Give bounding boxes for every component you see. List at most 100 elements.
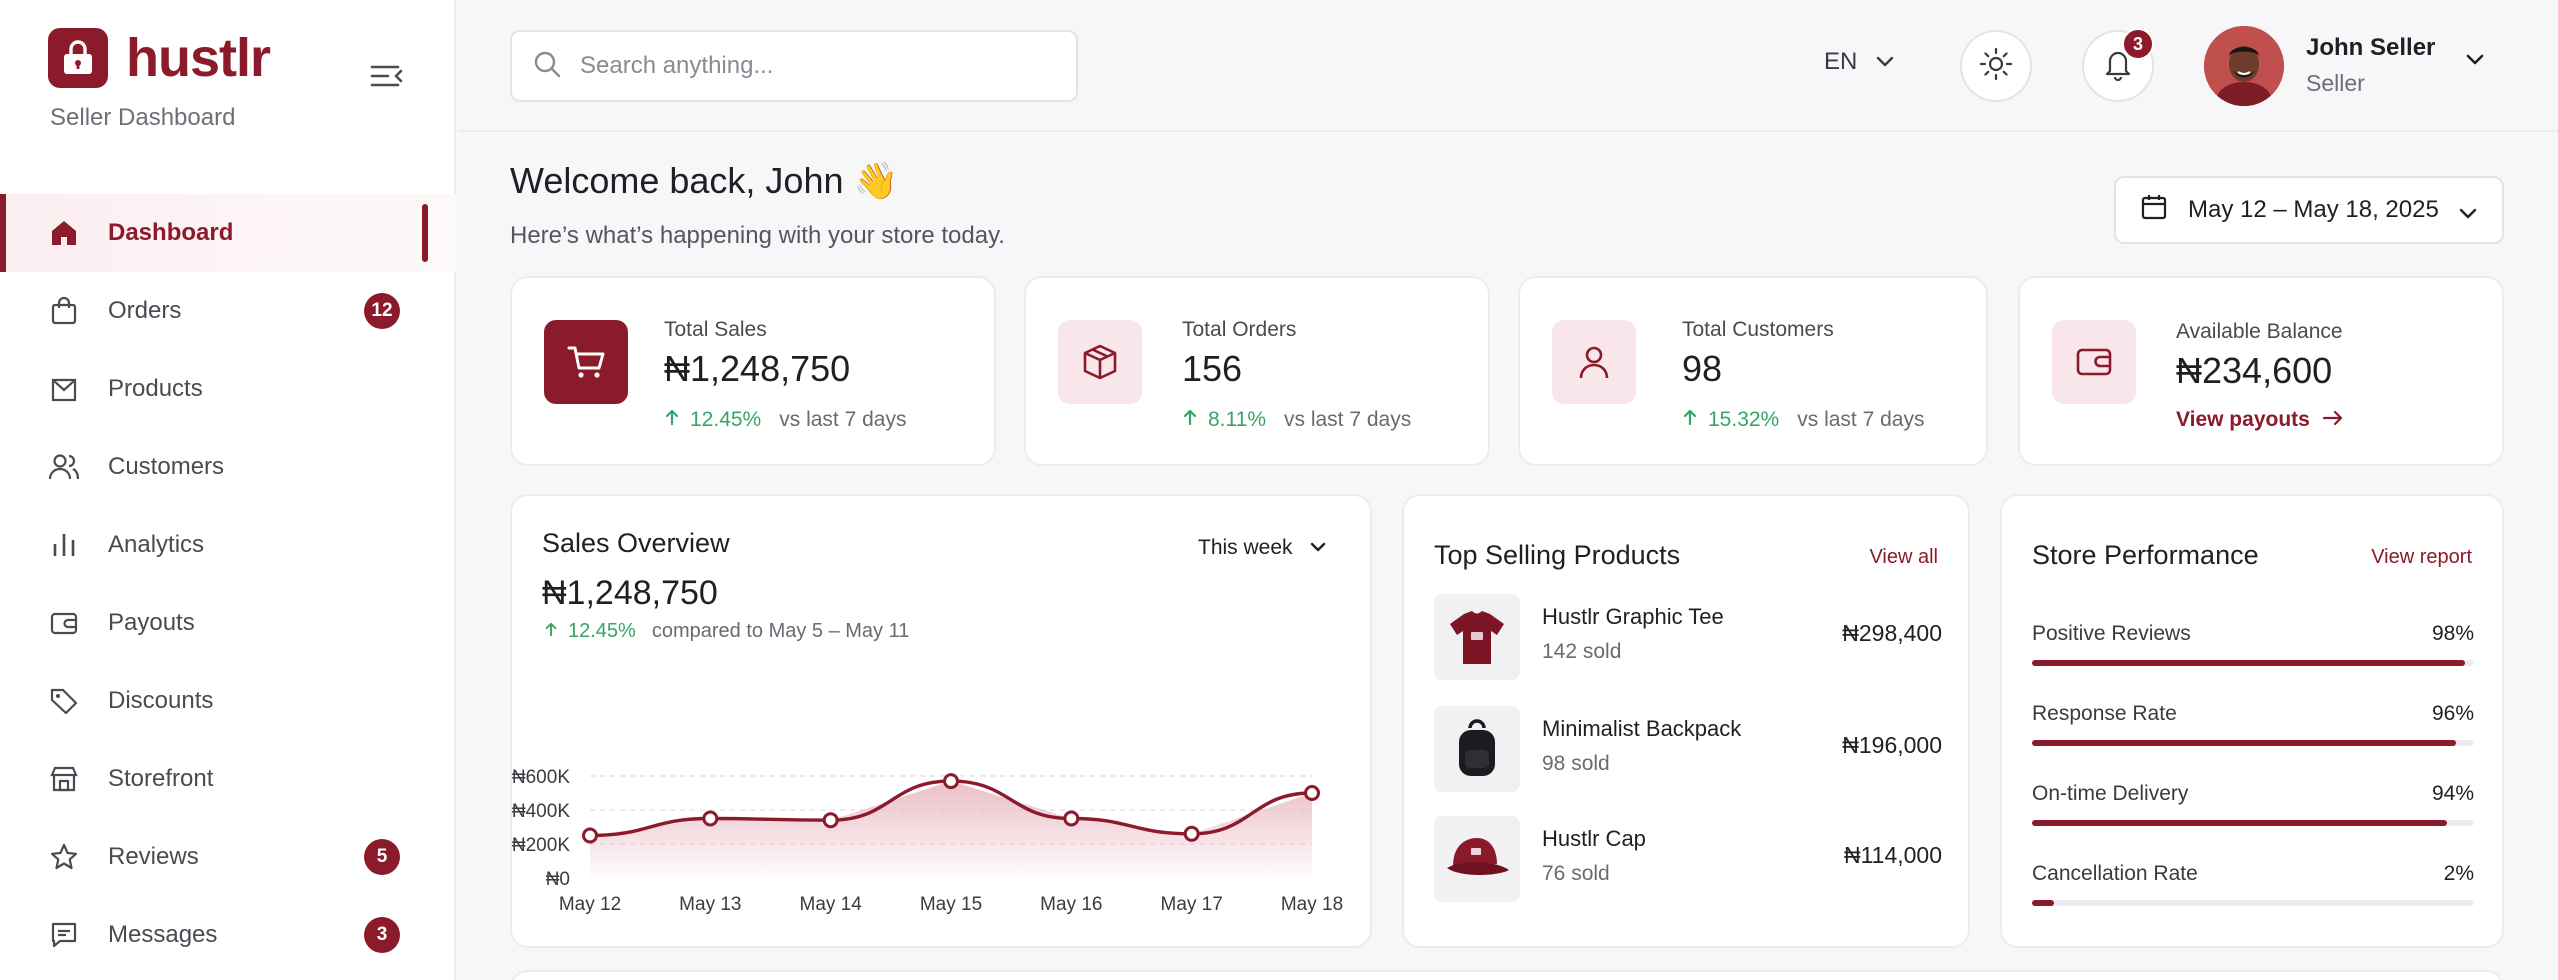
search-icon [532, 49, 562, 84]
date-range-label: May 12 – May 18, 2025 [2188, 196, 2439, 223]
product-thumbnail-backpack [1434, 706, 1520, 792]
page-title: Welcome back, John 👋 [510, 160, 899, 201]
stat-change: 15.32% vs last 7 days [1682, 408, 1924, 432]
stat-change-period: vs last 7 days [1797, 408, 1925, 431]
bar-chart-icon [48, 529, 80, 561]
notification-count-badge: 3 [2122, 28, 2154, 60]
sidebar-item-label: Dashboard [108, 219, 234, 246]
x-tick-label: May 14 [800, 894, 863, 915]
metric-value: 96% [2431, 702, 2474, 725]
home-icon [48, 217, 80, 249]
data-point [702, 810, 719, 827]
stat-change-percent: 15.32% [1708, 408, 1780, 431]
sidebar-item-label: Storefront [108, 765, 214, 792]
sidebar-item-label: Customers [108, 453, 225, 480]
brand-subtitle: Seller Dashboard [50, 104, 236, 131]
metric-value: 94% [2431, 782, 2474, 805]
page-subtitle: Here’s what’s happening with your store … [510, 222, 1005, 249]
reviews-count-badge: 5 [364, 839, 400, 875]
x-tick-label: May 13 [679, 894, 741, 915]
metric-label: Response Rate [2032, 702, 2177, 725]
sidebar-item-label: Messages [108, 921, 218, 948]
x-tick-label: May 12 [559, 894, 621, 915]
data-point [822, 812, 839, 829]
total-sales-card: Total Sales ₦1,248,750 12.45% vs last 7 … [510, 276, 996, 466]
arrow-up-icon [1682, 408, 1698, 432]
top-selling-card: Top Selling Products View all Hustlr Gra… [1402, 494, 1970, 948]
data-point [1304, 785, 1320, 801]
total-customers-card: Total Customers 98 15.32% vs last 7 days [1518, 276, 1988, 466]
search-input[interactable] [580, 52, 1060, 80]
metric-label: Positive Reviews [2032, 622, 2191, 645]
sidebar-item-storefront[interactable]: Storefront [0, 740, 456, 818]
stat-change: 12.45% vs last 7 days [664, 408, 906, 432]
collapse-sidebar-icon[interactable] [368, 60, 404, 92]
bag-icon [48, 295, 80, 327]
list-item[interactable]: Hustlr Graphic Tee 142 sold ₦298,400 [1434, 594, 1942, 680]
view-report-link[interactable]: View report [2371, 546, 2472, 569]
messages-count-badge: 3 [364, 917, 400, 953]
users-icon [48, 451, 80, 483]
message-icon [48, 919, 80, 951]
user-menu-chevron-icon[interactable] [2464, 52, 2486, 73]
search-box[interactable] [510, 30, 1078, 102]
metric-progress-fill [2032, 900, 2055, 906]
star-icon [48, 841, 80, 873]
wallet-icon [2052, 320, 2136, 404]
sidebar-item-payouts[interactable]: Payouts [0, 584, 456, 662]
x-tick-label: May 17 [1161, 894, 1223, 915]
product-name: Hustlr Cap [1542, 826, 1646, 851]
total-orders-card: Total Orders 156 8.11% vs last 7 days [1024, 276, 1490, 466]
stat-change-period: vs last 7 days [779, 408, 907, 431]
card-title: Top Selling Products [1434, 540, 1681, 570]
stat-value: ₦1,248,750 [664, 348, 851, 389]
sidebar-item-dashboard[interactable]: Dashboard [0, 194, 456, 272]
metric-progress-fill [2032, 820, 2448, 826]
tag-icon [48, 685, 80, 717]
sidebar-item-customers[interactable]: Customers [0, 428, 456, 506]
brand[interactable]: hustlr [48, 28, 271, 88]
store-performance-card: Store Performance View report Positive R… [2000, 494, 2504, 948]
stat-label: Available Balance [2176, 320, 2343, 343]
sidebar-item-products[interactable]: Products [0, 350, 456, 428]
sidebar-item-label: Products [108, 375, 203, 402]
metric-label: Cancellation Rate [2032, 862, 2198, 885]
list-item[interactable]: Minimalist Backpack 98 sold ₦196,000 [1434, 706, 1942, 792]
area-fill [590, 781, 1312, 878]
sales-overview-card: Sales Overview This week ₦1,248,750 12.4… [510, 494, 1372, 948]
sidebar-item-label: Discounts [108, 687, 214, 714]
metric-value: 2% [2443, 862, 2474, 885]
metric-progress-track [2032, 900, 2474, 906]
cart-icon [544, 320, 628, 404]
list-item[interactable]: Hustlr Cap 76 sold ₦114,000 [1434, 816, 1942, 902]
sidebar-item-messages[interactable]: Messages 3 [0, 896, 456, 974]
metric-progress-track [2032, 660, 2474, 666]
package-icon [1058, 320, 1142, 404]
sidebar-item-label: Orders [108, 297, 182, 324]
bottom-card-partial [510, 970, 2504, 980]
data-point [1183, 825, 1200, 842]
sidebar-item-label: Reviews [108, 843, 199, 870]
x-tick-label: May 18 [1281, 894, 1343, 915]
date-range-picker[interactable]: May 12 – May 18, 2025 [2114, 176, 2504, 244]
x-tick-label: May 15 [920, 894, 982, 915]
product-amount: ₦196,000 [1842, 732, 1942, 758]
sidebar-item-analytics[interactable]: Analytics [0, 506, 456, 584]
view-all-link[interactable]: View all [1869, 546, 1938, 569]
language-selector[interactable]: EN [1824, 48, 1895, 76]
avatar[interactable] [2204, 26, 2284, 106]
sidebar-item-label: Analytics [108, 531, 205, 558]
sidebar-item-reviews[interactable]: Reviews 5 [0, 818, 456, 896]
theme-toggle-button[interactable] [1960, 30, 2032, 102]
brand-name: hustlr [126, 28, 271, 88]
sidebar-item-discounts[interactable]: Discounts [0, 662, 456, 740]
sales-area-chart: ₦0 ₦200K ₦400K ₦600K May 12 May 13 May 14 May 1… [512, 767, 1343, 915]
notifications-button[interactable]: 3 [2082, 28, 2154, 102]
metric-progress-track [2032, 820, 2474, 826]
topbar: EN 3 [458, 0, 2558, 132]
sidebar-item-orders[interactable]: Orders 12 [0, 272, 456, 350]
lock-bag-logo-icon [48, 28, 108, 88]
sidebar: hustlr Seller Dashboard Dashboard Orders… [0, 0, 456, 980]
metric-progress-track [2032, 740, 2474, 746]
view-payouts-link[interactable]: View payouts [2176, 408, 2344, 432]
